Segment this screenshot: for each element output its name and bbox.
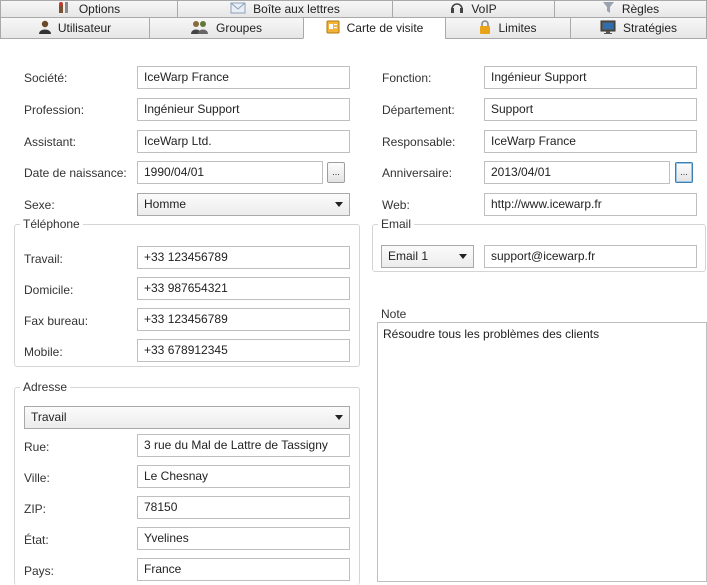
tab-groups-label: Groupes	[215, 21, 263, 35]
telephone-group-title: Téléphone	[20, 217, 83, 231]
home-phone-label: Domicile:	[24, 283, 74, 297]
street-label: Rue:	[24, 440, 50, 454]
chevron-down-icon	[459, 254, 467, 259]
fax-field[interactable]: +33 123456789	[137, 308, 350, 331]
business-card-panel: Société: IceWarp France Profession: Ingé…	[6, 39, 707, 585]
work-phone-field[interactable]: +33 123456789	[137, 246, 350, 269]
tab-rules[interactable]: Règles	[554, 0, 707, 17]
address-type-value: Travail	[31, 410, 67, 424]
tab-mailbox[interactable]: Boîte aux lettres	[177, 0, 393, 17]
assistant-label: Assistant:	[24, 135, 77, 149]
department-field[interactable]: Support	[484, 98, 697, 121]
note-title: Note	[378, 307, 410, 321]
email-group-title: Email	[378, 217, 415, 231]
company-label: Société:	[24, 71, 68, 85]
tab-policies[interactable]: Stratégies	[570, 17, 707, 39]
profession-label: Profession:	[24, 103, 85, 117]
tab-row-top: Options Boîte aux lettres VoIP Règles	[0, 0, 707, 17]
address-type-select[interactable]: Travail	[24, 406, 350, 429]
state-field[interactable]: Yvelines	[137, 527, 350, 550]
web-label: Web:	[382, 198, 410, 212]
web-field[interactable]: http://www.icewarp.fr	[484, 193, 697, 216]
home-phone-field[interactable]: +33 987654321	[137, 277, 350, 300]
tab-rules-label: Règles	[621, 2, 660, 16]
tab-user[interactable]: Utilisateur	[0, 17, 150, 39]
anniversary-picker-button[interactable]: ...	[675, 162, 693, 183]
function-label: Fonction:	[382, 71, 432, 85]
tab-options[interactable]: Options	[0, 0, 178, 17]
tab-limits[interactable]: Limites	[445, 17, 571, 39]
mobile-field[interactable]: +33 678912345	[137, 339, 350, 362]
anniversary-field[interactable]: 2013/04/01	[484, 161, 670, 184]
lock-icon	[479, 19, 491, 37]
options-icon	[58, 1, 72, 17]
email-address-field[interactable]: support@icewarp.fr	[484, 245, 697, 268]
zip-field[interactable]: 78150	[137, 496, 350, 519]
email-type-value: Email 1	[388, 249, 429, 263]
work-phone-label: Travail:	[24, 252, 63, 266]
gender-label: Sexe:	[24, 198, 55, 212]
tab-row-bottom: Utilisateur Groupes Carte de visite Limi…	[0, 17, 707, 39]
tab-policies-label: Stratégies	[622, 21, 678, 35]
fax-label: Fax bureau:	[24, 314, 89, 328]
zip-label: ZIP:	[24, 502, 47, 516]
function-field[interactable]: Ingénieur Support	[484, 66, 697, 89]
birthdate-field[interactable]: 1990/04/01	[137, 161, 323, 184]
chevron-down-icon	[335, 415, 343, 420]
anniversary-label: Anniversaire:	[382, 166, 453, 180]
mobile-label: Mobile:	[24, 345, 63, 359]
address-group-title: Adresse	[20, 380, 71, 394]
tab-voip-label: VoIP	[471, 2, 497, 16]
tab-business-card-label: Carte de visite	[346, 21, 424, 35]
voip-headset-icon	[450, 1, 464, 17]
tab-limits-label: Limites	[498, 21, 537, 35]
state-label: État:	[24, 533, 49, 547]
email-type-select[interactable]: Email 1	[381, 245, 474, 268]
tab-groups[interactable]: Groupes	[149, 17, 304, 39]
groups-icon	[190, 20, 209, 37]
gender-select-value: Homme	[144, 197, 187, 211]
birthdate-label: Date de naissance:	[24, 166, 127, 180]
mailbox-icon	[230, 1, 246, 17]
note-text: Résoudre tous les problèmes des clients	[383, 327, 600, 341]
city-field[interactable]: Le Chesnay	[137, 465, 350, 488]
assistant-field[interactable]: IceWarp Ltd.	[137, 130, 350, 153]
user-icon	[38, 20, 51, 37]
city-label: Ville:	[24, 471, 50, 485]
filter-rules-icon	[602, 1, 615, 17]
policy-monitor-icon	[600, 20, 616, 37]
tab-mailbox-label: Boîte aux lettres	[253, 2, 340, 16]
tab-business-card[interactable]: Carte de visite	[303, 17, 446, 39]
business-card-icon	[326, 20, 340, 37]
tab-voip[interactable]: VoIP	[392, 0, 555, 17]
note-textarea[interactable]: Résoudre tous les problèmes des clients	[377, 322, 707, 582]
company-field[interactable]: IceWarp France	[137, 66, 350, 89]
birthdate-picker-button[interactable]: ...	[327, 162, 345, 183]
country-label: Pays:	[24, 564, 55, 578]
profession-field[interactable]: Ingénieur Support	[137, 98, 350, 121]
tab-options-label: Options	[78, 2, 121, 16]
manager-field[interactable]: IceWarp France	[484, 130, 697, 153]
manager-label: Responsable:	[382, 135, 456, 149]
street-field[interactable]: 3 rue du Mal de Lattre de Tassigny	[137, 434, 350, 457]
gender-select[interactable]: Homme	[137, 193, 350, 216]
tab-user-label: Utilisateur	[57, 21, 112, 35]
country-field[interactable]: France	[137, 558, 350, 581]
department-label: Département:	[382, 103, 455, 117]
chevron-down-icon	[335, 202, 343, 207]
